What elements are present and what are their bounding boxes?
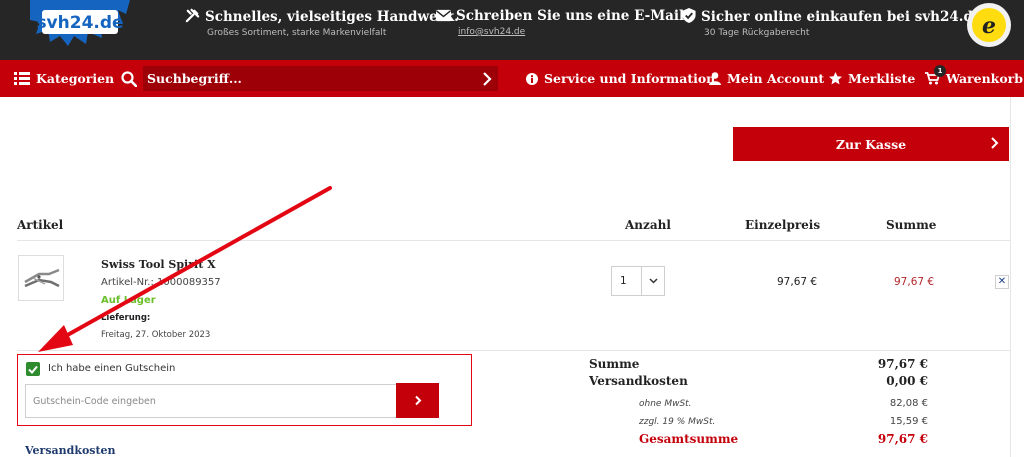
usp-secure: Sicher online einkaufen bei svh24.de 30 … bbox=[682, 8, 982, 38]
shipping-costs-link[interactable]: Versandkosten bbox=[25, 444, 116, 457]
col-qty: Anzahl bbox=[625, 218, 671, 232]
chevron-right-icon bbox=[414, 395, 421, 406]
multitool-image bbox=[24, 268, 60, 288]
usp-craft-subtitle: Großes Sortiment, starke Markenvielfalt bbox=[207, 28, 387, 38]
star-icon bbox=[829, 72, 842, 85]
grand-total-label: Gesamtsumme bbox=[639, 432, 739, 446]
col-article: Artikel bbox=[17, 218, 64, 232]
svh24-logo[interactable]: svh24.de bbox=[30, 0, 130, 48]
chevron-right-icon bbox=[991, 137, 999, 149]
voucher-submit-button[interactable] bbox=[396, 383, 439, 418]
quantity-select[interactable]: 1 bbox=[611, 266, 665, 296]
info-icon bbox=[526, 72, 538, 85]
voucher-checkbox-label[interactable]: Ich habe einen Gutschein bbox=[48, 363, 175, 374]
product-name-link[interactable]: Swiss Tool Spirit X bbox=[101, 258, 216, 271]
usp-craft: Schnelles, vielseitiges Handwerk. Großes… bbox=[185, 8, 459, 38]
service-menu[interactable]: Service und Information bbox=[526, 60, 715, 97]
unit-price: 97,67 € bbox=[777, 276, 818, 288]
search-input[interactable] bbox=[143, 71, 463, 86]
voucher-code-input[interactable] bbox=[25, 384, 397, 418]
header-divider bbox=[17, 240, 1010, 241]
usp-mail-title: Schreiben Sie uns eine E-Mail bbox=[456, 8, 685, 24]
quantity-value: 1 bbox=[620, 275, 627, 287]
sum-value: 97,67 € bbox=[877, 357, 928, 371]
search-icon-wrap[interactable] bbox=[121, 60, 143, 97]
search-icon[interactable] bbox=[121, 70, 137, 87]
cart-label: Warenkorb bbox=[946, 71, 1024, 86]
service-label: Service und Information bbox=[544, 71, 716, 86]
article-number: Artikel-Nr.: 1000089357 bbox=[101, 277, 221, 288]
sum-label: Summe bbox=[589, 357, 640, 371]
delivery-label: Lieferung: bbox=[101, 313, 151, 323]
check-icon bbox=[28, 365, 38, 374]
product-thumbnail[interactable] bbox=[18, 255, 64, 301]
remove-item-button[interactable]: ✕ bbox=[995, 275, 1009, 289]
categories-label: Kategorien bbox=[36, 71, 115, 86]
chevron-right-icon[interactable] bbox=[482, 72, 492, 86]
net-value: 82,08 € bbox=[889, 398, 928, 409]
close-icon: ✕ bbox=[997, 276, 1007, 287]
wishlist-label: Merkliste bbox=[848, 71, 916, 86]
search-bar bbox=[143, 66, 498, 91]
col-unit-price: Einzelpreis bbox=[745, 218, 821, 232]
mail-icon bbox=[436, 9, 451, 22]
vat-value: 15,59 € bbox=[889, 416, 928, 427]
email-link[interactable]: info@svh24.de bbox=[458, 27, 684, 37]
row-divider bbox=[17, 350, 1010, 351]
menu-list-icon bbox=[14, 72, 30, 85]
svg-text:e: e bbox=[982, 13, 996, 39]
checkout-label: Zur Kasse bbox=[835, 136, 907, 152]
account-menu[interactable]: Mein Account bbox=[709, 60, 824, 97]
logo-text: svh24.de bbox=[36, 13, 123, 33]
usp-mail: Schreiben Sie uns eine E-Mail info@svh24… bbox=[436, 8, 684, 37]
vat-label: zzgl. 19 % MwSt. bbox=[639, 417, 716, 427]
top-bar: svh24.de Schnelles, vielseitiges Handwer… bbox=[0, 0, 1024, 60]
cart-count-badge: 1 bbox=[934, 65, 946, 77]
line-sum: 97,67 € bbox=[894, 276, 935, 288]
user-icon bbox=[709, 72, 721, 85]
delivery-date: Freitag, 27. Oktober 2023 bbox=[101, 330, 211, 340]
usp-secure-subtitle: 30 Tage Rückgaberecht bbox=[704, 28, 810, 38]
stock-status: Auf Lager bbox=[101, 295, 156, 306]
usp-secure-title: Sicher online einkaufen bei svh24.de bbox=[701, 9, 982, 25]
wishlist-menu[interactable]: Merkliste bbox=[829, 60, 915, 97]
main-nav: Kategorien Service und Information Mein … bbox=[0, 60, 1024, 97]
col-sum: Summe bbox=[886, 218, 937, 232]
categories-menu[interactable]: Kategorien bbox=[14, 60, 114, 97]
tools-icon bbox=[185, 8, 200, 23]
chevron-down-icon bbox=[648, 278, 658, 284]
voucher-checkbox[interactable] bbox=[26, 362, 40, 376]
checkout-button[interactable]: Zur Kasse bbox=[733, 127, 1009, 161]
net-label: ohne MwSt. bbox=[639, 399, 692, 409]
account-label: Mein Account bbox=[727, 71, 825, 86]
grand-total-value: 97,67 € bbox=[877, 432, 928, 446]
shipping-value: 0,00 € bbox=[886, 374, 928, 388]
shield-check-icon bbox=[682, 8, 696, 23]
shipping-label: Versandkosten bbox=[589, 374, 688, 388]
trusted-shops-badge[interactable]: e bbox=[966, 2, 1012, 48]
content-border bbox=[1010, 97, 1011, 457]
usp-craft-title: Schnelles, vielseitiges Handwerk. bbox=[205, 9, 459, 25]
